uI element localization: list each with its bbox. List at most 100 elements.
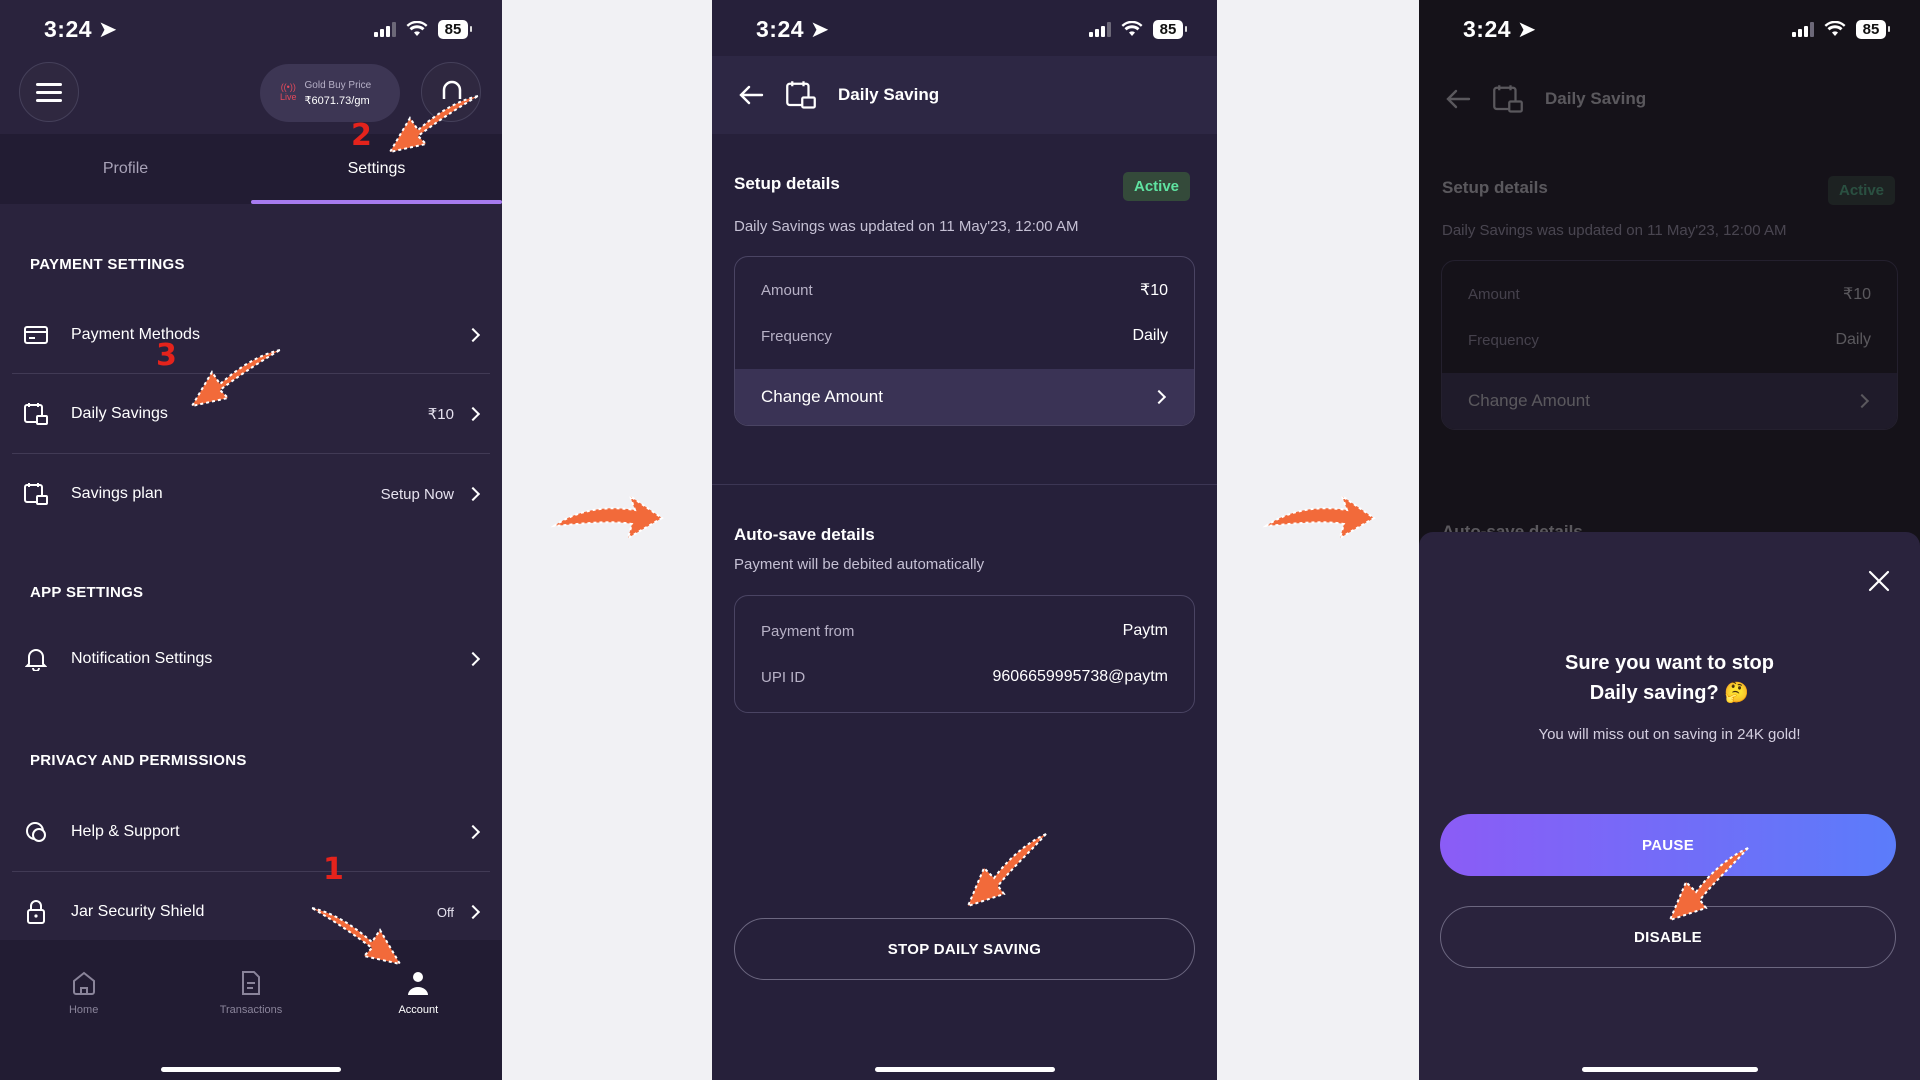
close-icon[interactable] [1868, 570, 1890, 592]
gold-price-chip[interactable]: ((•)) Live Gold Buy Price ₹6071.73/gm [260, 64, 400, 122]
payment-from-value: Paytm [1122, 622, 1168, 639]
change-amount-label: Change Amount [1468, 391, 1590, 410]
chevron-right-icon [465, 327, 481, 342]
pointer-arrow-icon [311, 907, 403, 966]
signal-icon [374, 21, 396, 37]
user-icon [408, 972, 429, 995]
autosave-title: Auto-save details [734, 525, 875, 544]
bell-icon [24, 647, 48, 671]
setup-card: Amount ₹10 Frequency Daily Change Amount [734, 256, 1195, 426]
stop-daily-saving-button[interactable]: STOP DAILY SAVING [734, 918, 1195, 980]
change-amount-row: Change Amount [1442, 373, 1897, 429]
dialog-title: Sure you want to stop Daily saving? 🤔 [1419, 648, 1920, 708]
calendar-lock-icon [24, 482, 48, 506]
signal-icon [1792, 21, 1814, 37]
location-arrow-icon: ➤ [810, 15, 830, 42]
amount-label: Amount [761, 281, 813, 299]
chevron-right-icon [465, 651, 481, 667]
wifi-icon [406, 21, 428, 36]
tab-profile[interactable]: Profile [0, 134, 251, 204]
home-indicator [874, 1067, 1055, 1072]
amount-row: Amount ₹10 [735, 267, 1194, 313]
updated-text: Daily Savings was updated on 11 May'23, … [1442, 222, 1787, 239]
nav-home[interactable]: Home [0, 940, 167, 1080]
signal-icon [1089, 21, 1111, 37]
upi-label: UPI ID [761, 668, 806, 686]
chevron-right-icon [465, 904, 481, 920]
autosave-panel: Auto-save details Payment will be debite… [712, 485, 1217, 1080]
amount-row: Amount ₹10 [1442, 271, 1897, 317]
battery-indicator: 85 [1856, 19, 1890, 39]
location-arrow-icon: ➤ [98, 15, 118, 42]
amount-value: ₹10 [1140, 282, 1168, 299]
dialog-title-line-2: Daily saving? 🤔 [1589, 682, 1750, 704]
time-text: 3:24 [756, 15, 805, 42]
system-icons: 85 [1792, 19, 1890, 39]
change-amount-button[interactable]: Change Amount [735, 369, 1194, 425]
bottom-nav: Home Transactions Account [0, 940, 502, 1080]
gold-price-label: Gold Buy Price [304, 79, 372, 91]
chevron-right-icon [1151, 389, 1167, 405]
row-meta: ₹10 [427, 405, 454, 423]
frequency-label: Frequency [761, 327, 832, 345]
lock-icon [24, 900, 48, 924]
canvas: 3:24 ➤ 85 ((•)) Live Gold Buy Price ₹6071.… [0, 0, 1920, 1080]
updated-text: Daily Savings was updated on 11 May'23, … [734, 218, 1079, 235]
amount-value: ₹10 [1843, 286, 1871, 303]
flow-arrow-icon [1262, 493, 1376, 541]
live-label: Live [280, 92, 297, 102]
chevron-right-icon [465, 486, 481, 502]
nav-label: Account [398, 1004, 439, 1016]
system-icons: 85 [1089, 19, 1187, 39]
row-label: Savings plan [71, 485, 163, 502]
dialog-title-line-1: Sure you want to stop [1565, 652, 1774, 674]
status-time: 3:24 ➤ [44, 16, 118, 43]
gold-price-text: Gold Buy Price ₹6071.73/gm [305, 80, 372, 107]
privacy-section: PRIVACY AND PERMISSIONS Help & Support J… [0, 728, 502, 940]
menu-button[interactable] [19, 62, 79, 122]
help-support-row[interactable]: Help & Support [12, 792, 490, 872]
step-number-3: 3 [156, 338, 177, 373]
daily-saving-screen: 3:24 ➤ 85 Daily Saving Setup details Acti… [712, 0, 1217, 1080]
frequency-label: Frequency [1468, 331, 1539, 349]
pointer-arrow-icon [1668, 847, 1749, 922]
status-bar: 3:24 ➤ 85 [0, 0, 502, 58]
status-badge: Active [1123, 172, 1191, 201]
nav-label: Home [68, 1004, 99, 1016]
page-title: Daily Saving [1545, 89, 1647, 108]
document-icon [241, 971, 260, 995]
chevron-right-icon [465, 824, 481, 839]
time-text: 3:24 [44, 15, 93, 42]
row-label: Help & Support [71, 822, 180, 840]
system-icons: 85 [374, 19, 472, 39]
back-arrow-icon [1446, 89, 1471, 109]
confirmation-sheet: Sure you want to stop Daily saving? 🤔 Yo… [1419, 532, 1920, 1080]
back-arrow-icon[interactable] [738, 84, 764, 106]
upi-row: UPI ID 9606659995738@paytm [735, 654, 1194, 700]
support-chat-icon [24, 820, 48, 844]
step-number-1: 1 [323, 852, 344, 887]
card-icon [24, 323, 48, 347]
dialog-subtitle: You will miss out on saving in 24K gold! [1538, 726, 1801, 743]
upi-value: 9606659995738@paytm [992, 668, 1169, 685]
notification-settings-row[interactable]: Notification Settings [12, 624, 490, 694]
setup-title: Setup details [734, 174, 840, 193]
home-indicator [161, 1067, 341, 1072]
home-indicator [1581, 1067, 1758, 1072]
wifi-icon [1121, 21, 1143, 36]
savings-plan-row[interactable]: Savings plan Setup Now [12, 454, 490, 534]
calendar-lock-icon [24, 402, 48, 426]
page-header: Daily Saving [1419, 60, 1920, 138]
nav-label: Transactions [219, 1004, 283, 1016]
status-time: 3:24 ➤ [756, 16, 830, 43]
payment-card: Payment from Paytm UPI ID 9606659995738@… [734, 595, 1195, 713]
section-title: PRIVACY AND PERMISSIONS [30, 751, 247, 769]
battery-indicator: 85 [438, 19, 472, 39]
setup-details-panel: Setup details Active Daily Savings was u… [712, 134, 1217, 484]
live-indicator: ((•)) Live [280, 82, 297, 103]
pointer-arrow-icon [966, 833, 1047, 908]
location-arrow-icon: ➤ [1517, 15, 1537, 42]
status-bar: 3:24 ➤ 85 [1419, 0, 1920, 58]
battery-indicator: 85 [1153, 19, 1187, 39]
amount-label: Amount [1468, 285, 1520, 303]
